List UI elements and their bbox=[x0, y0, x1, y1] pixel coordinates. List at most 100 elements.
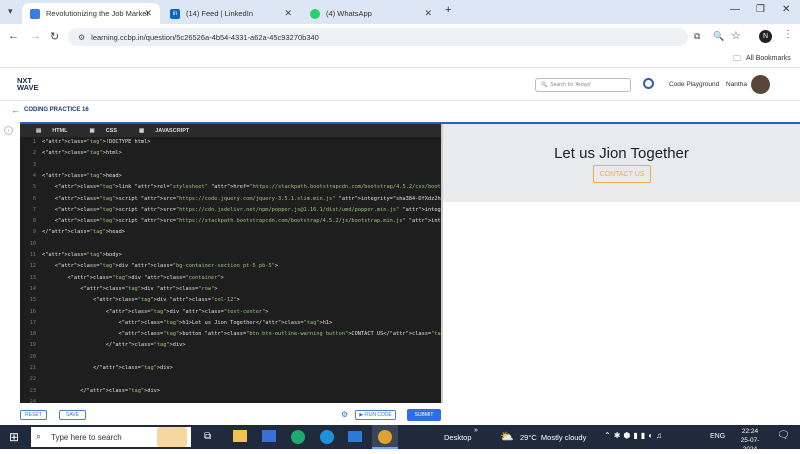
tray-icons[interactable]: ⌃✱⬢▮▮◐♫ bbox=[604, 431, 665, 440]
line-number: 19 bbox=[29, 342, 36, 349]
code-line[interactable]: <"attr">class="tag">head> bbox=[42, 173, 122, 179]
code-line[interactable]: <"attr">class="tag">button "attr">class=… bbox=[42, 331, 441, 337]
install-icon[interactable]: ⧉ bbox=[694, 31, 700, 42]
code-line[interactable]: </"attr">class="tag">head> bbox=[42, 229, 125, 235]
code-line[interactable]: <"attr">class="tag">script "attr">src="h… bbox=[42, 218, 441, 224]
settings-gear-icon[interactable]: ⚙ bbox=[341, 410, 348, 419]
code-line[interactable]: <"attr">class="tag">div "attr">class="co… bbox=[42, 275, 224, 281]
tab-css[interactable]: ▣ CSS bbox=[81, 128, 117, 134]
clock[interactable]: 22:24 25-07-2024 bbox=[736, 427, 764, 454]
tab-js-label: JAVASCRIPT bbox=[155, 127, 190, 134]
tab-javascript[interactable]: ▦ JAVASCRIPT bbox=[131, 128, 189, 134]
address-bar[interactable]: ⚙ learning.ccbp.in/question/5c26526a-4b5… bbox=[68, 28, 688, 46]
close-window-icon[interactable]: ✕ bbox=[782, 4, 790, 15]
zoom-icon[interactable]: 🔍 bbox=[713, 31, 724, 42]
line-number: 11 bbox=[29, 252, 36, 258]
line-number: 20 bbox=[29, 353, 36, 360]
edge-icon[interactable] bbox=[291, 430, 305, 444]
folder-icon: 🗀 bbox=[733, 54, 741, 63]
line-number: 6 bbox=[32, 195, 36, 202]
contact-us-button[interactable]: CONTACT US bbox=[593, 165, 651, 183]
back-arrow-icon[interactable]: ← bbox=[11, 105, 20, 115]
code-line[interactable]: </"attr">class="tag">div> bbox=[42, 365, 173, 371]
weather-text[interactable]: 29°C Mostly cloudy bbox=[520, 433, 586, 442]
save-button[interactable]: SAVE bbox=[59, 410, 86, 420]
code-line[interactable]: <"attr">class="tag">!DOCTYPE html> bbox=[42, 139, 150, 145]
url-text: learning.ccbp.in/question/5c26526a-4b54-… bbox=[91, 32, 319, 42]
streak-icon[interactable] bbox=[643, 78, 654, 89]
code-line[interactable]: <"attr">class="tag">h1>Let us Jion Toget… bbox=[42, 320, 333, 326]
code-line[interactable]: <"attr">class="tag">link "attr">rel="sty… bbox=[42, 184, 441, 190]
taskbar-search-input[interactable]: ⌕ Type here to search bbox=[31, 427, 191, 447]
tab-revolutionizing[interactable]: Revolutionizing the Job Market ✕ bbox=[22, 3, 160, 24]
reset-button[interactable]: RESET bbox=[20, 410, 47, 420]
close-tab-icon[interactable]: ✕ bbox=[144, 8, 152, 19]
line-number: 12 bbox=[29, 263, 36, 270]
back-icon[interactable]: ← bbox=[8, 30, 19, 42]
line-number: 23 bbox=[29, 387, 36, 394]
line-number: 2 bbox=[32, 150, 36, 157]
submit-button[interactable]: SUBMIT bbox=[407, 409, 441, 421]
restore-icon[interactable]: ❐ bbox=[756, 4, 765, 15]
tab-linkedin[interactable]: in (14) Feed | LinkedIn ✕ bbox=[162, 3, 300, 24]
clock-date: 25-07-2024 bbox=[740, 437, 760, 453]
site-info-icon[interactable]: ⚙ bbox=[78, 33, 85, 42]
line-number: 18 bbox=[29, 331, 36, 338]
close-tab-icon[interactable]: ✕ bbox=[284, 8, 292, 19]
line-number: 3 bbox=[32, 161, 36, 168]
run-code-button[interactable]: ▶ RUN CODE bbox=[355, 410, 396, 420]
windows-start-icon[interactable]: ⊞ bbox=[9, 430, 19, 444]
reload-icon[interactable]: ↻ bbox=[50, 30, 59, 43]
profile-avatar[interactable]: N bbox=[759, 30, 772, 43]
all-bookmarks[interactable]: All Bookmarks bbox=[746, 55, 791, 62]
html-icon: ▤ bbox=[36, 127, 42, 134]
close-tab-icon[interactable]: ✕ bbox=[424, 8, 432, 19]
tab-html[interactable]: ▤ HTML bbox=[28, 128, 67, 134]
preview-heading: Let us Jion Together bbox=[554, 145, 689, 162]
tab-search-icon[interactable]: ▾ bbox=[8, 6, 13, 17]
menu-icon[interactable]: ⋮ bbox=[783, 29, 793, 40]
js-icon: ▦ bbox=[139, 127, 145, 134]
photos-icon[interactable] bbox=[262, 430, 276, 442]
search-icon: ⌕ bbox=[36, 431, 42, 441]
bookmarks-bar: 🗀 All Bookmarks bbox=[0, 50, 800, 68]
new-tab-icon[interactable]: + bbox=[445, 4, 451, 16]
nxtwave-logo[interactable]: NXT WAVE bbox=[17, 77, 39, 92]
tab-css-label: CSS bbox=[105, 127, 117, 134]
forward-icon[interactable]: → bbox=[30, 30, 41, 42]
css-icon: ▣ bbox=[89, 127, 95, 134]
tab-whatsapp[interactable]: (4) WhatsApp ✕ bbox=[302, 3, 440, 24]
line-number: 15 bbox=[29, 297, 36, 304]
expand-icon[interactable]: › bbox=[4, 126, 13, 135]
search-highlight-image bbox=[157, 427, 187, 447]
code-line[interactable]: <"attr">class="tag">script "attr">src="h… bbox=[42, 196, 441, 202]
code-line[interactable]: <"attr">class="tag">html> bbox=[42, 150, 122, 156]
task-view-icon[interactable]: ⧉ bbox=[204, 431, 211, 442]
file-explorer-icon[interactable] bbox=[233, 430, 247, 442]
code-line[interactable]: </"attr">class="tag">div> bbox=[42, 388, 160, 394]
bookmark-star-icon[interactable]: ☆ bbox=[731, 29, 741, 42]
tab-html-label: HTML bbox=[52, 127, 68, 134]
code-editor[interactable]: ▤ HTML ▣ CSS ▦ JAVASCRIPT 1 <"attr">class="t… bbox=[20, 124, 441, 403]
code-line[interactable]: <"attr">class="tag">script "attr">src="h… bbox=[42, 207, 441, 213]
code-line[interactable]: <"attr">class="tag">div "attr">class="ro… bbox=[42, 286, 217, 292]
user-avatar[interactable] bbox=[751, 75, 770, 94]
code-line[interactable]: <"attr">class="tag">div "attr">class="te… bbox=[42, 309, 269, 315]
code-line[interactable]: <"attr">class="tag">body> bbox=[42, 252, 122, 258]
code-line[interactable]: <"attr">class="tag">div "attr">class="co… bbox=[42, 297, 240, 303]
output-preview: Let us Jion Together CONTACT US bbox=[443, 124, 800, 202]
line-number: 24 bbox=[29, 398, 36, 403]
mail-icon[interactable] bbox=[348, 431, 362, 442]
language-indicator[interactable]: ENG bbox=[710, 433, 725, 440]
code-area[interactable]: 1 <"attr">class="tag">!DOCTYPE html> 2 <"at… bbox=[20, 139, 441, 403]
code-playground-link[interactable]: Code Playground bbox=[669, 81, 719, 88]
desktop-label[interactable]: Desktop bbox=[444, 433, 472, 442]
site-search-input[interactable]: 🔍 Search for 'Arrays' bbox=[535, 78, 631, 92]
code-line[interactable]: <"attr">class="tag">div "attr">class="bg… bbox=[42, 263, 278, 269]
notifications-icon[interactable]: 🗨 bbox=[777, 430, 790, 441]
code-line[interactable]: </"attr">class="tag">div> bbox=[42, 342, 186, 348]
edge-icon-2[interactable] bbox=[320, 430, 334, 444]
minimize-icon[interactable]: — bbox=[730, 4, 740, 15]
chevron-icon[interactable]: » bbox=[474, 427, 478, 434]
line-number: 1 bbox=[32, 139, 36, 145]
